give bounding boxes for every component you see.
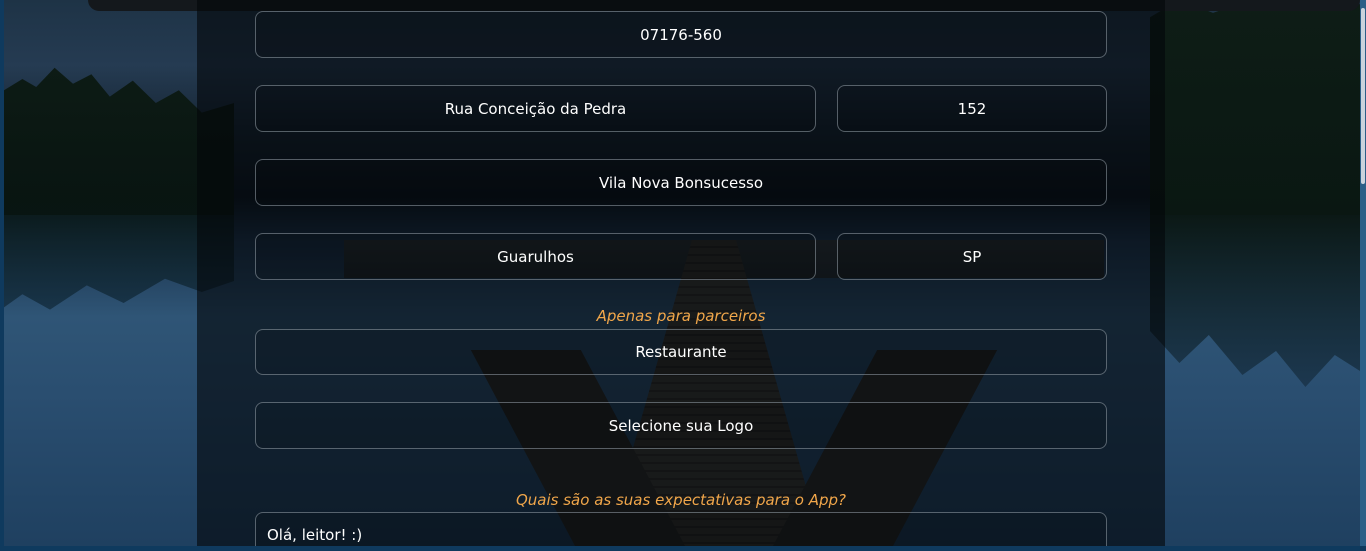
neighborhood-input[interactable]: Vila Nova Bonsucesso [255,159,1107,206]
expectations-textarea[interactable]: Olá, leitor! :) [255,512,1107,546]
business-type-select[interactable]: Restaurante [255,329,1107,375]
city-input[interactable]: Guarulhos [255,233,816,280]
scrollbar-thumb[interactable] [1361,8,1365,184]
cep-input[interactable]: 07176-560 [255,11,1107,58]
expectations-label: Quais são as suas expectativas para o Ap… [515,491,846,509]
street-input[interactable]: Rua Conceição da Pedra [255,85,816,132]
page-edge-left [0,0,4,551]
forest-right [1150,0,1360,215]
number-input[interactable]: 152 [837,85,1107,132]
logo-upload-button[interactable]: Selecione sua Logo [255,402,1107,449]
partners-only-label: Apenas para parceiros [596,307,766,325]
page-edge-bottom [0,546,1366,551]
lake-reflection-right [1150,215,1360,387]
state-input[interactable]: SP [837,233,1107,280]
